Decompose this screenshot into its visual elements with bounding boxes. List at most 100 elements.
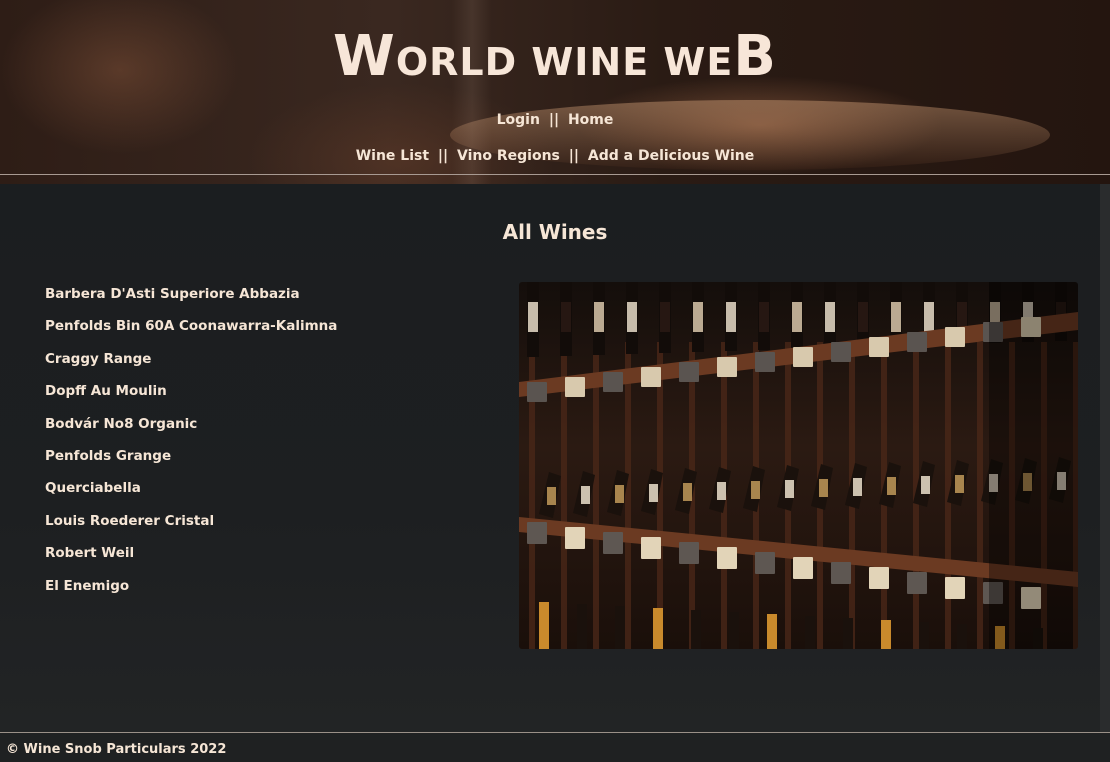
bottle — [729, 612, 739, 649]
wine-link[interactable]: El Enemigo — [45, 578, 129, 594]
shelf-divider — [593, 342, 599, 649]
shadow — [989, 282, 1078, 649]
wine-link[interactable]: Penfolds Grange — [45, 448, 171, 464]
bottle-label — [921, 476, 930, 494]
shelf-tag — [907, 332, 927, 352]
bottle-label — [955, 475, 964, 493]
list-item: Penfolds Grange — [45, 448, 337, 480]
bottle — [653, 608, 663, 649]
shelf-tag — [869, 337, 889, 357]
list-item: Robert Weil — [45, 545, 337, 577]
list-item: Bodvár No8 Organic — [45, 416, 337, 448]
wine-link[interactable]: Louis Roederer Cristal — [45, 513, 214, 529]
shelf-tag — [717, 357, 737, 377]
bottle-label — [561, 302, 571, 332]
wine-link[interactable]: Barbera D'Asti Superiore Abbazia — [45, 286, 300, 302]
bottle — [805, 616, 815, 649]
site-title: WORLD WINE WEB — [0, 24, 1110, 89]
bottle — [767, 614, 777, 649]
bottle-label — [615, 485, 624, 503]
page-edge — [1100, 184, 1110, 732]
shelf-tag — [755, 352, 775, 372]
bottle-label — [891, 302, 901, 332]
bottle-label — [825, 302, 835, 332]
bottle-label — [717, 482, 726, 500]
bottle-label — [649, 484, 658, 502]
shelf-tag — [793, 557, 813, 579]
list-item: Querciabella — [45, 480, 337, 512]
shelf-tag — [679, 542, 699, 564]
copyright-text: © Wine Snob Particulars 2022 — [6, 742, 227, 757]
home-link[interactable]: Home — [568, 112, 613, 128]
bottle — [691, 610, 701, 649]
shelf-tag — [641, 367, 661, 387]
bottle-label — [751, 481, 760, 499]
bottle — [881, 620, 891, 649]
shelf-divider — [625, 342, 631, 649]
shelf-tag — [565, 527, 585, 549]
main-content: All Wines Barbera D'Asti Superiore Abbaz… — [0, 184, 1110, 732]
shelf-tag — [831, 342, 851, 362]
wine-list-link[interactable]: Wine List — [356, 148, 429, 164]
bottle-label — [924, 302, 934, 332]
bottle-label — [627, 302, 637, 332]
bottle-label — [594, 302, 604, 332]
bottle — [843, 618, 853, 649]
nav-separator: || — [548, 112, 560, 128]
wine-link[interactable]: Robert Weil — [45, 545, 134, 561]
list-item: Barbera D'Asti Superiore Abbazia — [45, 286, 337, 318]
shelf-tag — [527, 382, 547, 402]
bottle-label — [660, 302, 670, 332]
bottle-label — [853, 478, 862, 496]
main-nav: Wine List || Vino Regions || Add a Delic… — [0, 148, 1110, 164]
site-title-first-letter: W — [333, 24, 396, 89]
site-title-last-letter: B — [733, 24, 777, 89]
wine-link[interactable]: Dopff Au Moulin — [45, 383, 167, 399]
wine-list: Barbera D'Asti Superiore Abbazia Penfold… — [45, 286, 337, 610]
wine-link[interactable]: Bodvár No8 Organic — [45, 416, 197, 432]
shelf-tag — [945, 327, 965, 347]
shelf-tag — [527, 522, 547, 544]
bottle-label — [887, 477, 896, 495]
bottle-label — [581, 486, 590, 504]
bottle-label — [759, 302, 769, 332]
shelf-tag — [603, 372, 623, 392]
header-banner: WORLD WINE WEB Login || Home Wine List |… — [0, 0, 1110, 184]
bottle — [615, 606, 625, 649]
bottle — [577, 604, 587, 649]
page-title: All Wines — [502, 220, 608, 244]
bottle-label — [683, 483, 692, 501]
vino-regions-link[interactable]: Vino Regions — [457, 148, 560, 164]
list-item: Louis Roederer Cristal — [45, 513, 337, 545]
site-title-middle: ORLD WINE WE — [395, 40, 734, 84]
bottle-label — [547, 487, 556, 505]
bottle-label — [858, 302, 868, 332]
shelf-tag — [907, 572, 927, 594]
wine-cellar-image — [519, 282, 1078, 649]
wine-link[interactable]: Penfolds Bin 60A Coonawarra-Kalimna — [45, 318, 337, 334]
bottle — [919, 622, 929, 649]
wine-link[interactable]: Craggy Range — [45, 351, 151, 367]
shelf-tag — [755, 552, 775, 574]
shelf-tag — [679, 362, 699, 382]
list-item: Dopff Au Moulin — [45, 383, 337, 415]
top-nav: Login || Home — [0, 112, 1110, 128]
header-divider — [0, 174, 1110, 175]
shelf-tag — [869, 567, 889, 589]
shelf-tag — [641, 537, 661, 559]
shelf-tag — [793, 347, 813, 367]
footer: © Wine Snob Particulars 2022 — [0, 733, 1110, 762]
list-item: Penfolds Bin 60A Coonawarra-Kalimna — [45, 318, 337, 350]
wine-cellar-illustration — [519, 282, 1078, 649]
bottle-label — [819, 479, 828, 497]
list-item: Craggy Range — [45, 351, 337, 383]
bottle — [539, 602, 549, 649]
wine-link[interactable]: Querciabella — [45, 480, 141, 496]
add-wine-link[interactable]: Add a Delicious Wine — [588, 148, 754, 164]
login-link[interactable]: Login — [497, 112, 540, 128]
bottle — [957, 624, 967, 649]
shelf-divider — [977, 342, 983, 649]
bottle-label — [726, 302, 736, 332]
nav-separator: || — [568, 148, 580, 164]
list-item: El Enemigo — [45, 578, 337, 610]
